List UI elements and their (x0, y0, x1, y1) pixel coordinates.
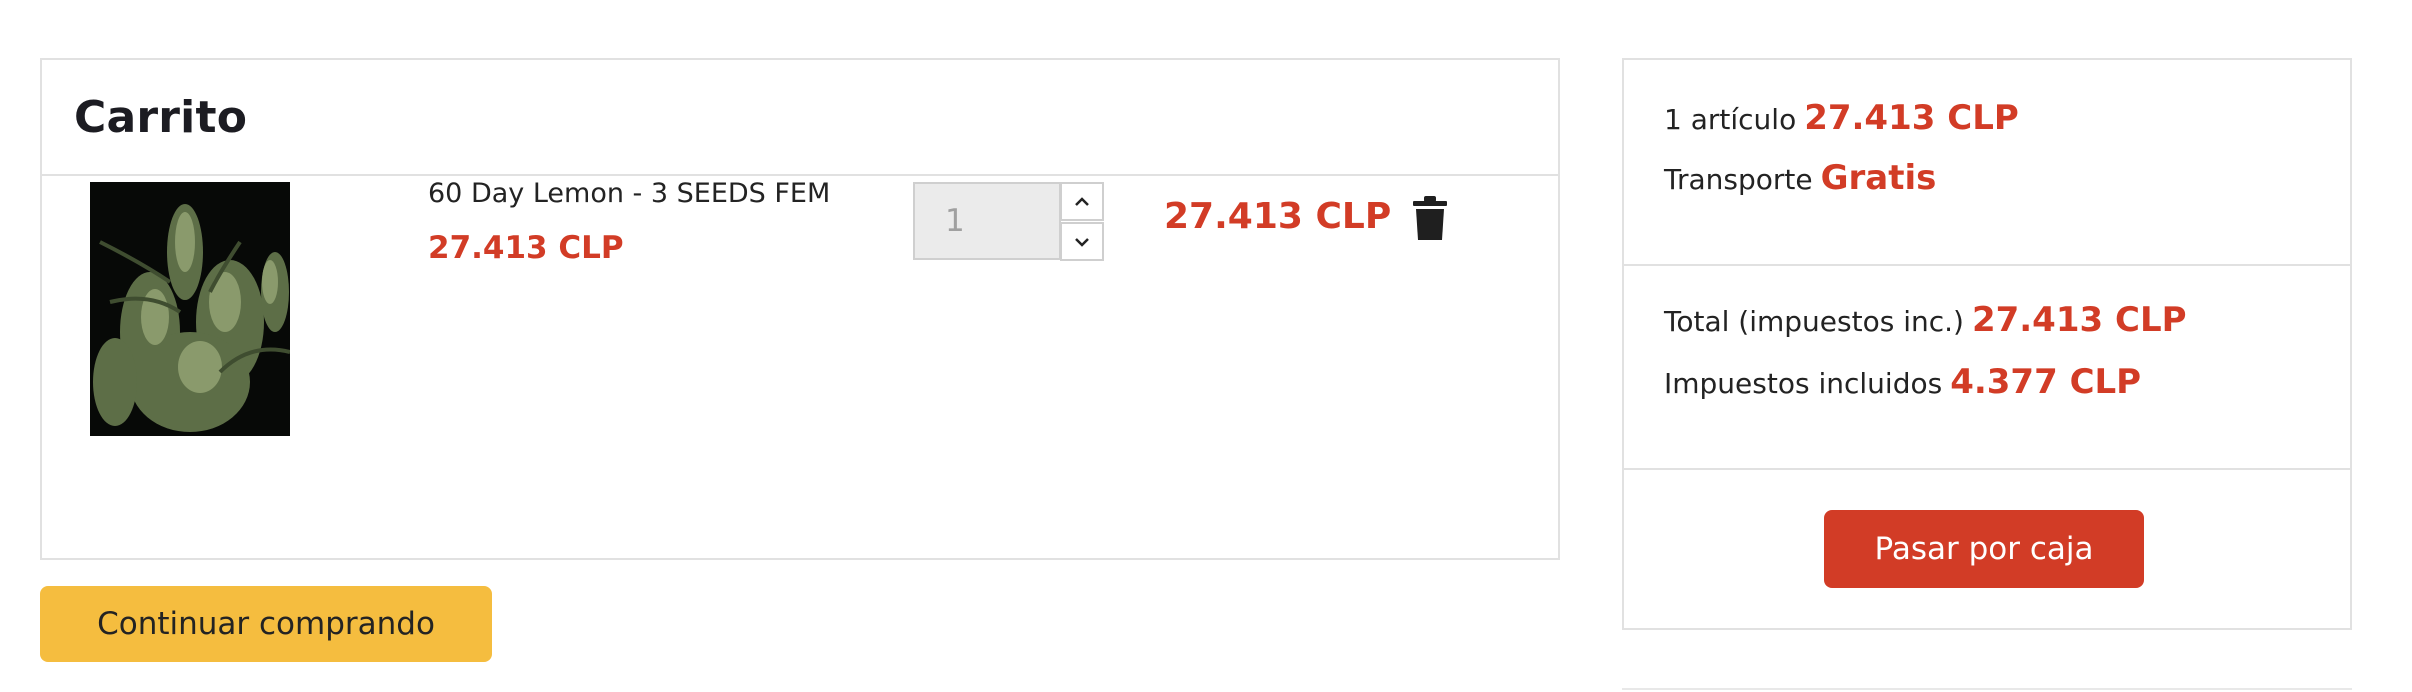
line-total: 27.413 CLP (1164, 196, 1392, 237)
quantity-input[interactable] (913, 182, 1061, 260)
product-image[interactable] (90, 182, 290, 436)
items-count-label: 1 artículo (1664, 103, 1797, 136)
shipping-row: Transporte Gratis (1664, 158, 1936, 198)
quantity-decrease-button[interactable] (1060, 222, 1104, 261)
summary-subtotals: 1 artículo 27.413 CLP Transporte Gratis (1624, 60, 2350, 266)
shipping-value: Gratis (1820, 158, 1937, 198)
product-name[interactable]: 60 Day Lemon - 3 SEEDS FEM (428, 178, 830, 209)
total-row: Total (impuestos inc.) 27.413 CLP (1664, 300, 2187, 340)
total-value: 27.413 CLP (1971, 300, 2187, 340)
taxes-value: 4.377 CLP (1950, 362, 2142, 402)
chevron-down-icon (1075, 237, 1089, 247)
trash-icon (1413, 196, 1447, 240)
taxes-label: Impuestos incluidos (1664, 367, 1943, 400)
continue-shopping-button[interactable]: Continuar comprando (40, 586, 492, 662)
product-unit-price: 27.413 CLP (428, 230, 624, 266)
chevron-up-icon (1075, 196, 1089, 206)
remove-item-button[interactable] (1413, 196, 1447, 240)
checkout-button[interactable]: Pasar por caja (1824, 510, 2144, 588)
taxes-row: Impuestos incluidos 4.377 CLP (1664, 362, 2141, 402)
order-summary: 1 artículo 27.413 CLP Transporte Gratis … (1622, 58, 2352, 630)
summary-totals: Total (impuestos inc.) 27.413 CLP Impues… (1624, 266, 2350, 470)
cart-title: Carrito (42, 60, 1558, 176)
shipping-label: Transporte (1664, 163, 1813, 196)
items-count-row: 1 artículo 27.413 CLP (1664, 98, 2019, 138)
items-subtotal: 27.413 CLP (1804, 98, 2019, 138)
quantity-increase-button[interactable] (1060, 182, 1104, 221)
next-panel-edge (1622, 688, 2352, 690)
summary-actions: Pasar por caja (1624, 470, 2350, 628)
total-label: Total (impuestos inc.) (1664, 305, 1964, 338)
